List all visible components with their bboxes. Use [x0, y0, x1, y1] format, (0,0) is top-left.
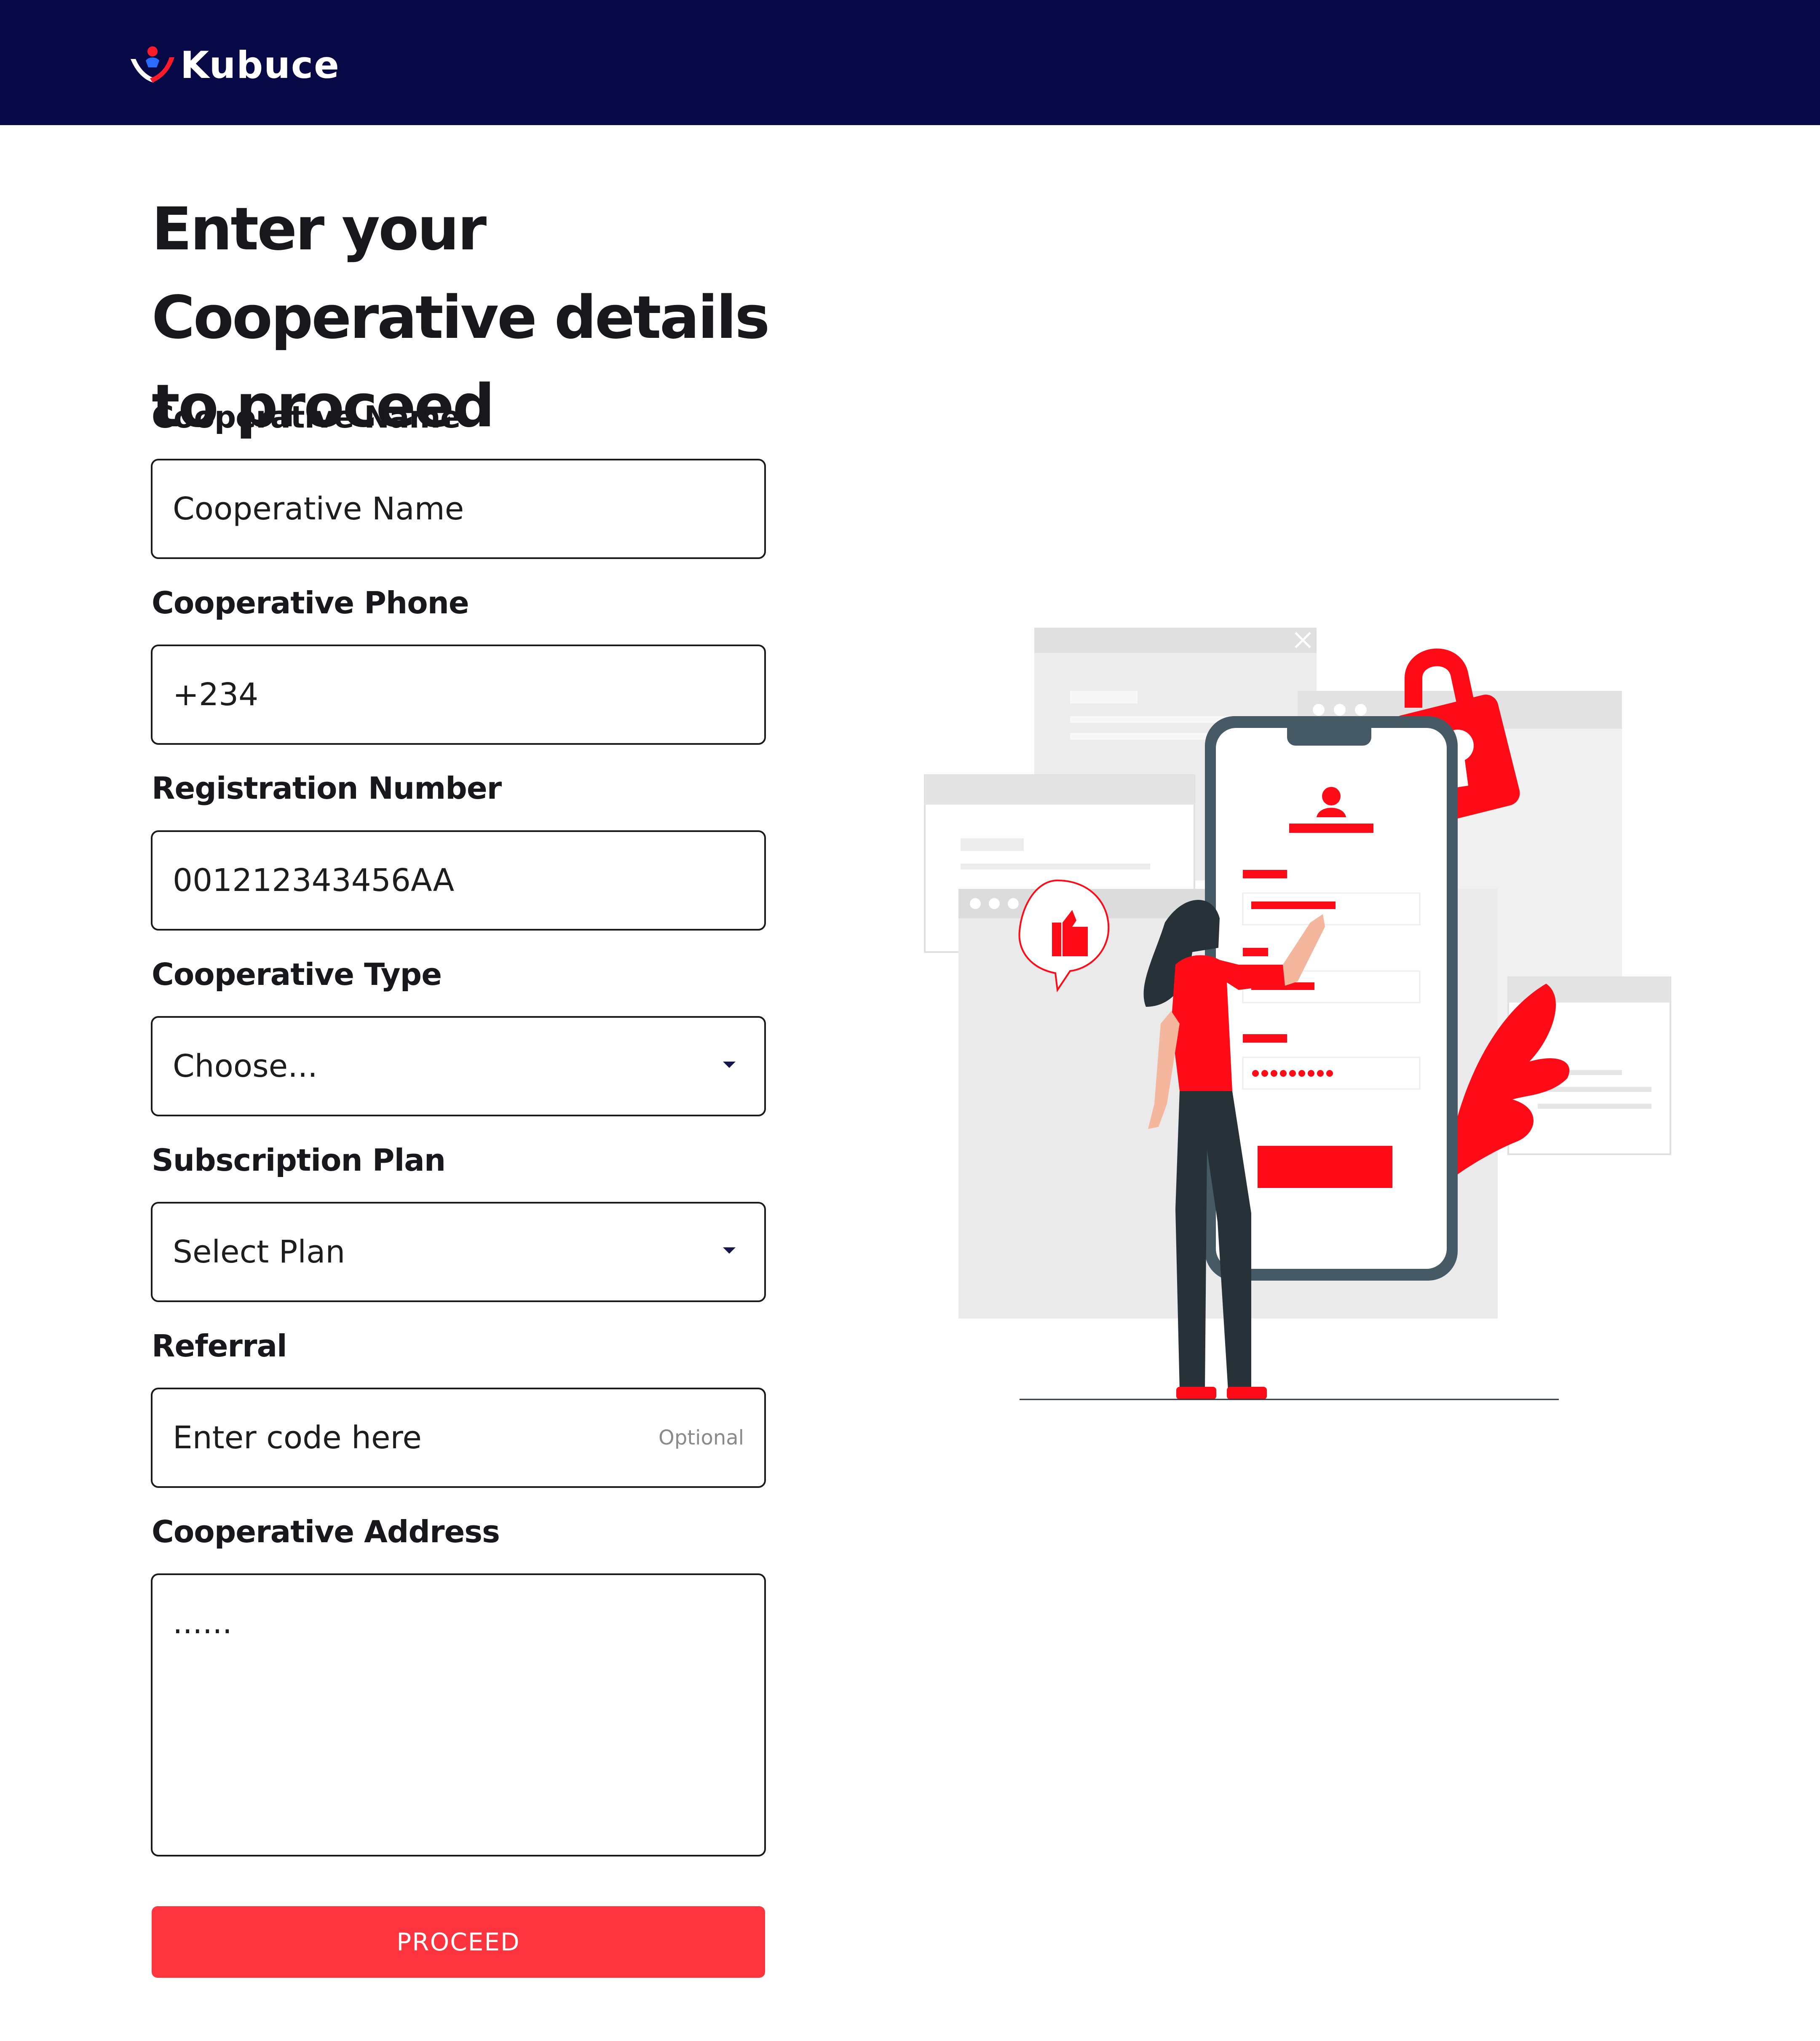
- cooperative-address-field[interactable]: [151, 1573, 766, 1856]
- referral-label: Referral: [152, 1328, 287, 1364]
- cooperative-name-label: Cooperative Name: [152, 399, 461, 435]
- top-header: Kubuce: [0, 0, 1820, 125]
- proceed-button[interactable]: PROCEED: [152, 1906, 765, 1978]
- brand-name: Kubuce: [180, 43, 340, 87]
- subscription-plan-select[interactable]: Select Plan: [151, 1202, 766, 1302]
- registration-number-label: Registration Number: [152, 770, 502, 806]
- cooperative-phone-label: Cooperative Phone: [152, 585, 469, 621]
- referral-field[interactable]: Optional: [151, 1388, 766, 1488]
- chevron-down-icon[interactable]: [723, 1247, 736, 1254]
- cooperative-phone-field[interactable]: [151, 645, 766, 745]
- cooperative-address-textarea[interactable]: [153, 1575, 764, 1854]
- subscription-plan-label: Subscription Plan: [152, 1142, 446, 1178]
- cooperative-name-input[interactable]: [153, 460, 764, 557]
- logo-hands-icon: [131, 46, 174, 83]
- brand-logo[interactable]: Kubuce: [127, 42, 340, 88]
- cooperative-name-field[interactable]: [151, 459, 766, 559]
- cooperative-type-selected: Choose...: [173, 1048, 318, 1084]
- cooperative-address-label: Cooperative Address: [152, 1514, 500, 1549]
- chevron-down-icon[interactable]: [723, 1062, 736, 1068]
- subscription-plan-selected: Select Plan: [173, 1234, 345, 1270]
- registration-number-input[interactable]: [153, 832, 764, 929]
- login-illustration: [924, 628, 1671, 1400]
- registration-number-field[interactable]: [151, 830, 766, 931]
- cooperative-type-label: Cooperative Type: [152, 957, 442, 992]
- cooperative-type-select[interactable]: Choose...: [151, 1016, 766, 1116]
- optional-hint: Optional: [658, 1426, 744, 1450]
- cooperative-phone-input[interactable]: [153, 646, 764, 743]
